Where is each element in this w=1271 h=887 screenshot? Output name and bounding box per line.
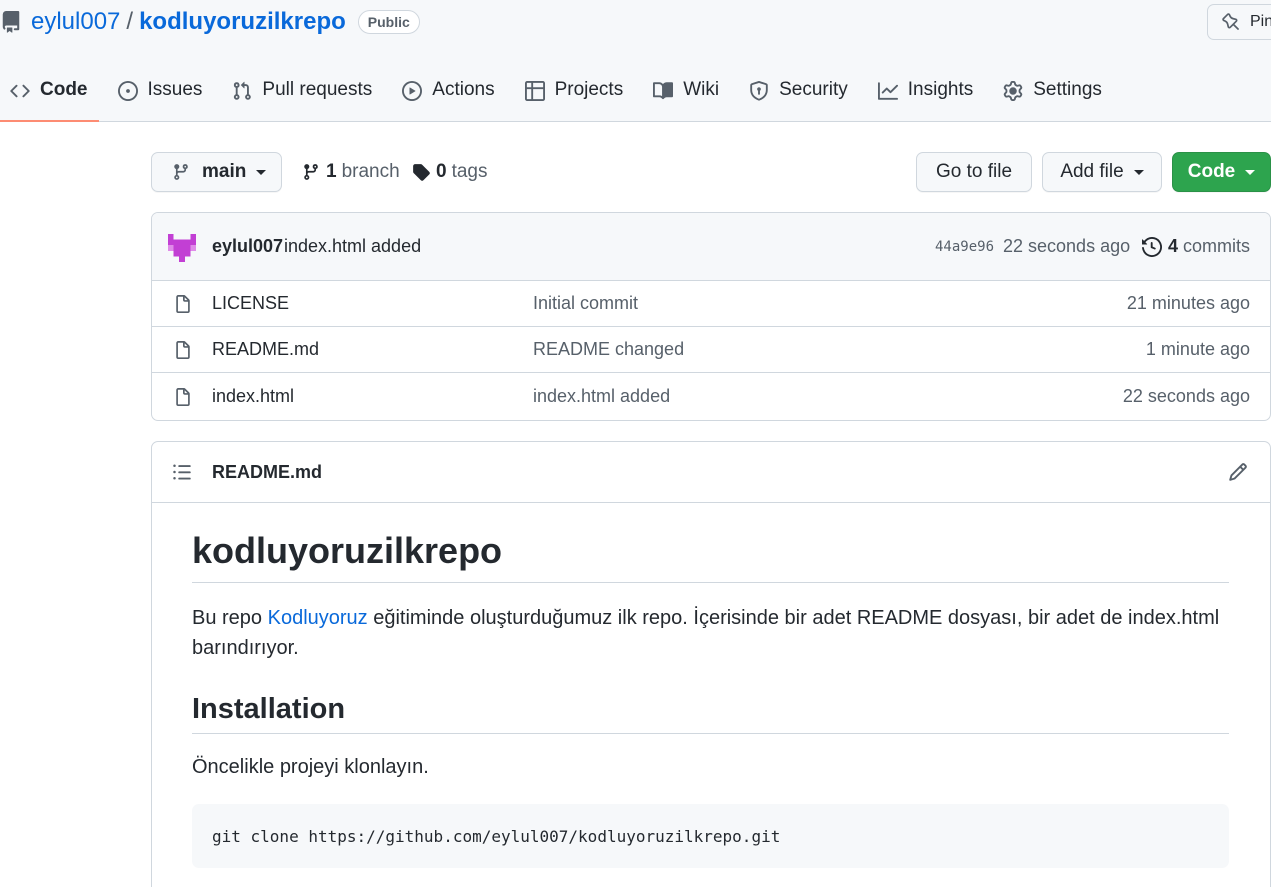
tab-pull-requests[interactable]: Pull requests bbox=[222, 66, 382, 122]
list-unordered-icon[interactable] bbox=[172, 462, 192, 482]
readme-intro: Bu repo Kodluyoruz eğitiminde oluşturduğ… bbox=[192, 603, 1229, 663]
file-name-link[interactable]: index.html bbox=[212, 386, 294, 407]
tab-label: Actions bbox=[432, 79, 495, 100]
tab-label: Issues bbox=[147, 79, 203, 100]
repo-separator: / bbox=[126, 8, 134, 35]
tab-code[interactable]: Code bbox=[0, 66, 98, 122]
tab-insights[interactable]: Insights bbox=[868, 66, 983, 122]
readme-content: kodluyoruzilkrepo Bu repo Kodluyoruz eği… bbox=[192, 504, 1229, 868]
tab-label: Insights bbox=[907, 79, 974, 100]
file-commit-message[interactable]: index.html added bbox=[533, 386, 670, 407]
installation-heading: Installation bbox=[192, 691, 1229, 734]
shield-icon bbox=[750, 81, 768, 101]
repo-name-link[interactable]: kodluyoruzilkrepo bbox=[139, 8, 346, 36]
branch-count: 1 bbox=[326, 161, 337, 182]
intro-text-before: Bu repo bbox=[192, 607, 268, 629]
tab-projects[interactable]: Projects bbox=[515, 66, 634, 122]
file-row-license[interactable]: LICENSE Initial commit 21 minutes ago bbox=[152, 281, 1270, 327]
clone-command: git clone https://github.com/eylul007/ko… bbox=[212, 826, 781, 846]
tab-settings[interactable]: Settings bbox=[993, 66, 1112, 122]
chevron-down-icon bbox=[1133, 169, 1144, 175]
tab-security[interactable]: Security bbox=[739, 66, 858, 122]
avatar[interactable] bbox=[168, 234, 196, 262]
file-browser: eylul007 index.html added 44a9e96 22 sec… bbox=[151, 212, 1271, 421]
file-commit-message[interactable]: README changed bbox=[533, 339, 684, 360]
file-age: 22 seconds ago bbox=[1122, 386, 1250, 406]
commit-author-link[interactable]: eylul007 bbox=[212, 236, 283, 257]
history-icon bbox=[1142, 236, 1162, 257]
file-row-index-html[interactable]: index.html index.html added 22 seconds a… bbox=[152, 373, 1270, 420]
file-commit-message[interactable]: Initial commit bbox=[533, 293, 638, 314]
play-icon bbox=[402, 81, 423, 101]
repo-icon bbox=[0, 11, 22, 33]
kodluyoruz-link[interactable]: Kodluyoruz bbox=[268, 607, 368, 629]
book-icon bbox=[653, 82, 674, 100]
add-file-button[interactable]: Add file bbox=[1042, 152, 1162, 192]
git-branch-icon bbox=[304, 164, 318, 180]
commits-history-link[interactable]: 4 commits bbox=[1142, 236, 1250, 257]
code-button-label: Code bbox=[1187, 161, 1236, 182]
code-button[interactable]: Code bbox=[1172, 152, 1271, 192]
install-text: Öncelikle projeyi klonlayın. bbox=[192, 756, 429, 778]
code-icon bbox=[10, 84, 30, 98]
file-icon bbox=[176, 387, 190, 406]
tab-label: Security bbox=[779, 79, 848, 100]
tag-icon bbox=[413, 164, 430, 181]
commit-time: 22 seconds ago bbox=[1003, 236, 1131, 256]
file-name-link[interactable]: README.md bbox=[212, 339, 319, 360]
go-to-file-label: Go to file bbox=[935, 161, 1013, 182]
branches-link[interactable]: 1 branch bbox=[302, 158, 400, 186]
file-icon bbox=[176, 294, 190, 313]
git-branch-icon bbox=[174, 164, 188, 180]
tab-label: Wiki bbox=[683, 79, 720, 100]
repo-header: eylul007 / kodluyoruzilkrepo Public Pin … bbox=[0, 0, 1271, 122]
pull-request-icon bbox=[234, 81, 252, 100]
go-to-file-button[interactable]: Go to file bbox=[916, 152, 1032, 192]
latest-commit-bar: eylul007 index.html added 44a9e96 22 sec… bbox=[152, 213, 1270, 281]
branch-label: branch bbox=[341, 161, 400, 182]
pin-icon bbox=[1222, 13, 1239, 30]
gear-icon bbox=[1003, 81, 1023, 101]
add-file-label: Add file bbox=[1060, 161, 1124, 182]
repo-title: eylul007 / kodluyoruzilkrepo Public bbox=[0, 4, 420, 40]
visibility-badge: Public bbox=[357, 10, 420, 34]
file-age: 21 minutes ago bbox=[1126, 293, 1250, 313]
commit-count-label: commits bbox=[1183, 236, 1251, 256]
chevron-down-icon bbox=[1245, 169, 1256, 175]
branch-name: main bbox=[202, 161, 247, 182]
readme-filename[interactable]: README.md bbox=[212, 462, 322, 483]
chevron-down-icon bbox=[256, 169, 267, 175]
pin-button[interactable]: Pin bbox=[1207, 4, 1271, 40]
clone-code-block: git clone https://github.com/eylul007/ko… bbox=[192, 804, 1229, 868]
branch-select-button[interactable]: main bbox=[151, 152, 282, 192]
file-icon bbox=[176, 340, 190, 359]
tab-label: Code bbox=[40, 79, 88, 100]
tab-label: Settings bbox=[1033, 79, 1102, 100]
tab-label: Projects bbox=[554, 79, 624, 100]
tag-count: 0 bbox=[436, 161, 447, 182]
commit-sha-link[interactable]: 44a9e96 bbox=[935, 239, 994, 255]
pin-label: Pin bbox=[1250, 13, 1271, 30]
table-icon bbox=[524, 81, 545, 101]
repo-owner-link[interactable]: eylul007 bbox=[31, 8, 120, 36]
graph-icon bbox=[877, 82, 898, 100]
tab-actions[interactable]: Actions bbox=[392, 66, 504, 122]
file-name-link[interactable]: LICENSE bbox=[212, 293, 289, 314]
tab-wiki[interactable]: Wiki bbox=[643, 66, 729, 122]
tags-link[interactable]: 0 tags bbox=[412, 158, 488, 186]
pencil-icon[interactable] bbox=[1228, 462, 1248, 482]
commit-count: 4 bbox=[1168, 236, 1179, 256]
tab-label: Pull requests bbox=[262, 79, 373, 100]
file-row-readme[interactable]: README.md README changed 1 minute ago bbox=[152, 327, 1270, 373]
tag-label: tags bbox=[451, 161, 488, 182]
readme-heading: kodluyoruzilkrepo bbox=[192, 528, 1229, 583]
tab-issues[interactable]: Issues bbox=[108, 66, 213, 122]
issue-icon bbox=[117, 81, 138, 101]
commit-message-link[interactable]: index.html added bbox=[284, 236, 421, 257]
repo-tabs: Code Issues Pull requests Actions Projec… bbox=[0, 66, 1122, 122]
readme-header: README.md bbox=[152, 442, 1270, 503]
file-age: 1 minute ago bbox=[1145, 339, 1250, 359]
readme-panel: README.md kodluyoruzilkrepo Bu repo Kodl… bbox=[151, 441, 1271, 887]
